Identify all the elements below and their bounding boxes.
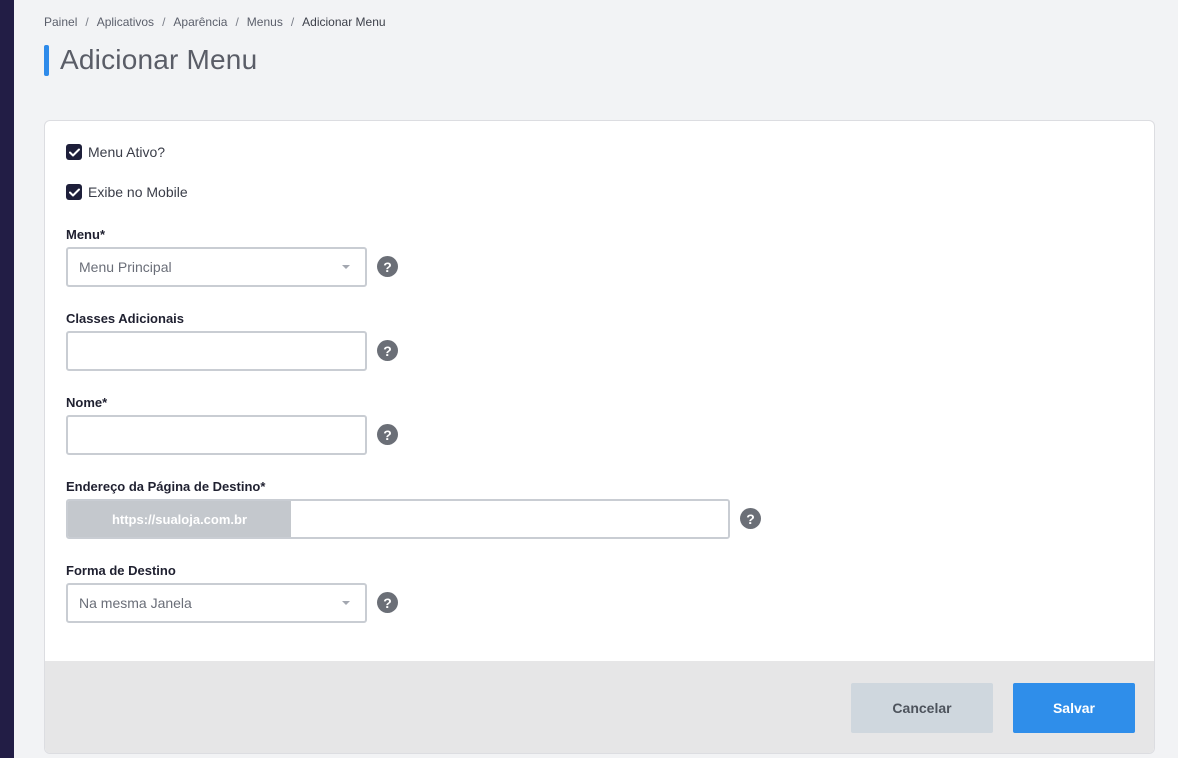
menu-select[interactable]: Menu Principal xyxy=(66,247,367,287)
nome-field-label: Nome* xyxy=(66,395,108,410)
chevron-down-icon xyxy=(342,601,350,605)
help-icon[interactable]: ? xyxy=(377,340,398,361)
forma-destino-field-label: Forma de Destino xyxy=(66,563,176,578)
check-icon[interactable] xyxy=(66,144,82,160)
breadcrumb-separator: / xyxy=(235,15,239,29)
classes-input[interactable] xyxy=(66,331,367,371)
form-footer: Cancelar Salvar xyxy=(45,661,1154,753)
url-prefix-addon: https://sualoja.com.br xyxy=(68,501,291,537)
menu-ativo-label: Menu Ativo? xyxy=(88,144,166,160)
title-accent-bar xyxy=(44,44,49,76)
help-icon[interactable]: ? xyxy=(740,508,761,529)
breadcrumb-aparencia[interactable]: Aparência xyxy=(173,15,227,29)
menu-ativo-checkbox[interactable]: Menu Ativo? xyxy=(66,144,165,160)
exibe-mobile-label: Exibe no Mobile xyxy=(88,184,188,200)
page-title: Adicionar Menu xyxy=(60,44,258,75)
forma-destino-select-value: Na mesma Janela xyxy=(79,595,192,611)
breadcrumb-painel[interactable]: Painel xyxy=(44,15,77,29)
breadcrumb-aplicativos[interactable]: Aplicativos xyxy=(97,15,154,29)
breadcrumb-separator: / xyxy=(290,15,295,29)
app-sidebar-rail xyxy=(0,0,14,758)
help-icon[interactable]: ? xyxy=(377,424,398,445)
help-icon[interactable]: ? xyxy=(377,592,398,613)
breadcrumb-separator: / xyxy=(85,15,89,29)
nome-input[interactable] xyxy=(66,415,367,455)
help-icon[interactable]: ? xyxy=(377,256,398,277)
check-icon[interactable] xyxy=(66,184,82,200)
classes-field-label: Classes Adicionais xyxy=(66,311,185,326)
breadcrumb: Painel / Aplicativos / Aparência / Menus… xyxy=(44,15,386,29)
endereco-field-label: Endereço da Página de Destino* xyxy=(66,479,266,494)
endereco-input[interactable] xyxy=(291,501,728,537)
form-card: Menu Ativo? Exibe no Mobile Menu* Menu P… xyxy=(44,120,1155,754)
page-header: Adicionar Menu xyxy=(44,44,257,76)
chevron-down-icon xyxy=(342,265,350,269)
menu-field-label: Menu* xyxy=(66,227,105,242)
breadcrumb-current: Adicionar Menu xyxy=(302,15,386,29)
menu-select-value: Menu Principal xyxy=(79,259,172,275)
exibe-mobile-checkbox[interactable]: Exibe no Mobile xyxy=(66,184,188,200)
breadcrumb-separator: / xyxy=(162,15,166,29)
forma-destino-select[interactable]: Na mesma Janela xyxy=(66,583,367,623)
cancel-button[interactable]: Cancelar xyxy=(851,683,993,733)
save-button[interactable]: Salvar xyxy=(1013,683,1135,733)
breadcrumb-menus[interactable]: Menus xyxy=(247,15,283,29)
endereco-input-group: https://sualoja.com.br xyxy=(66,499,730,539)
